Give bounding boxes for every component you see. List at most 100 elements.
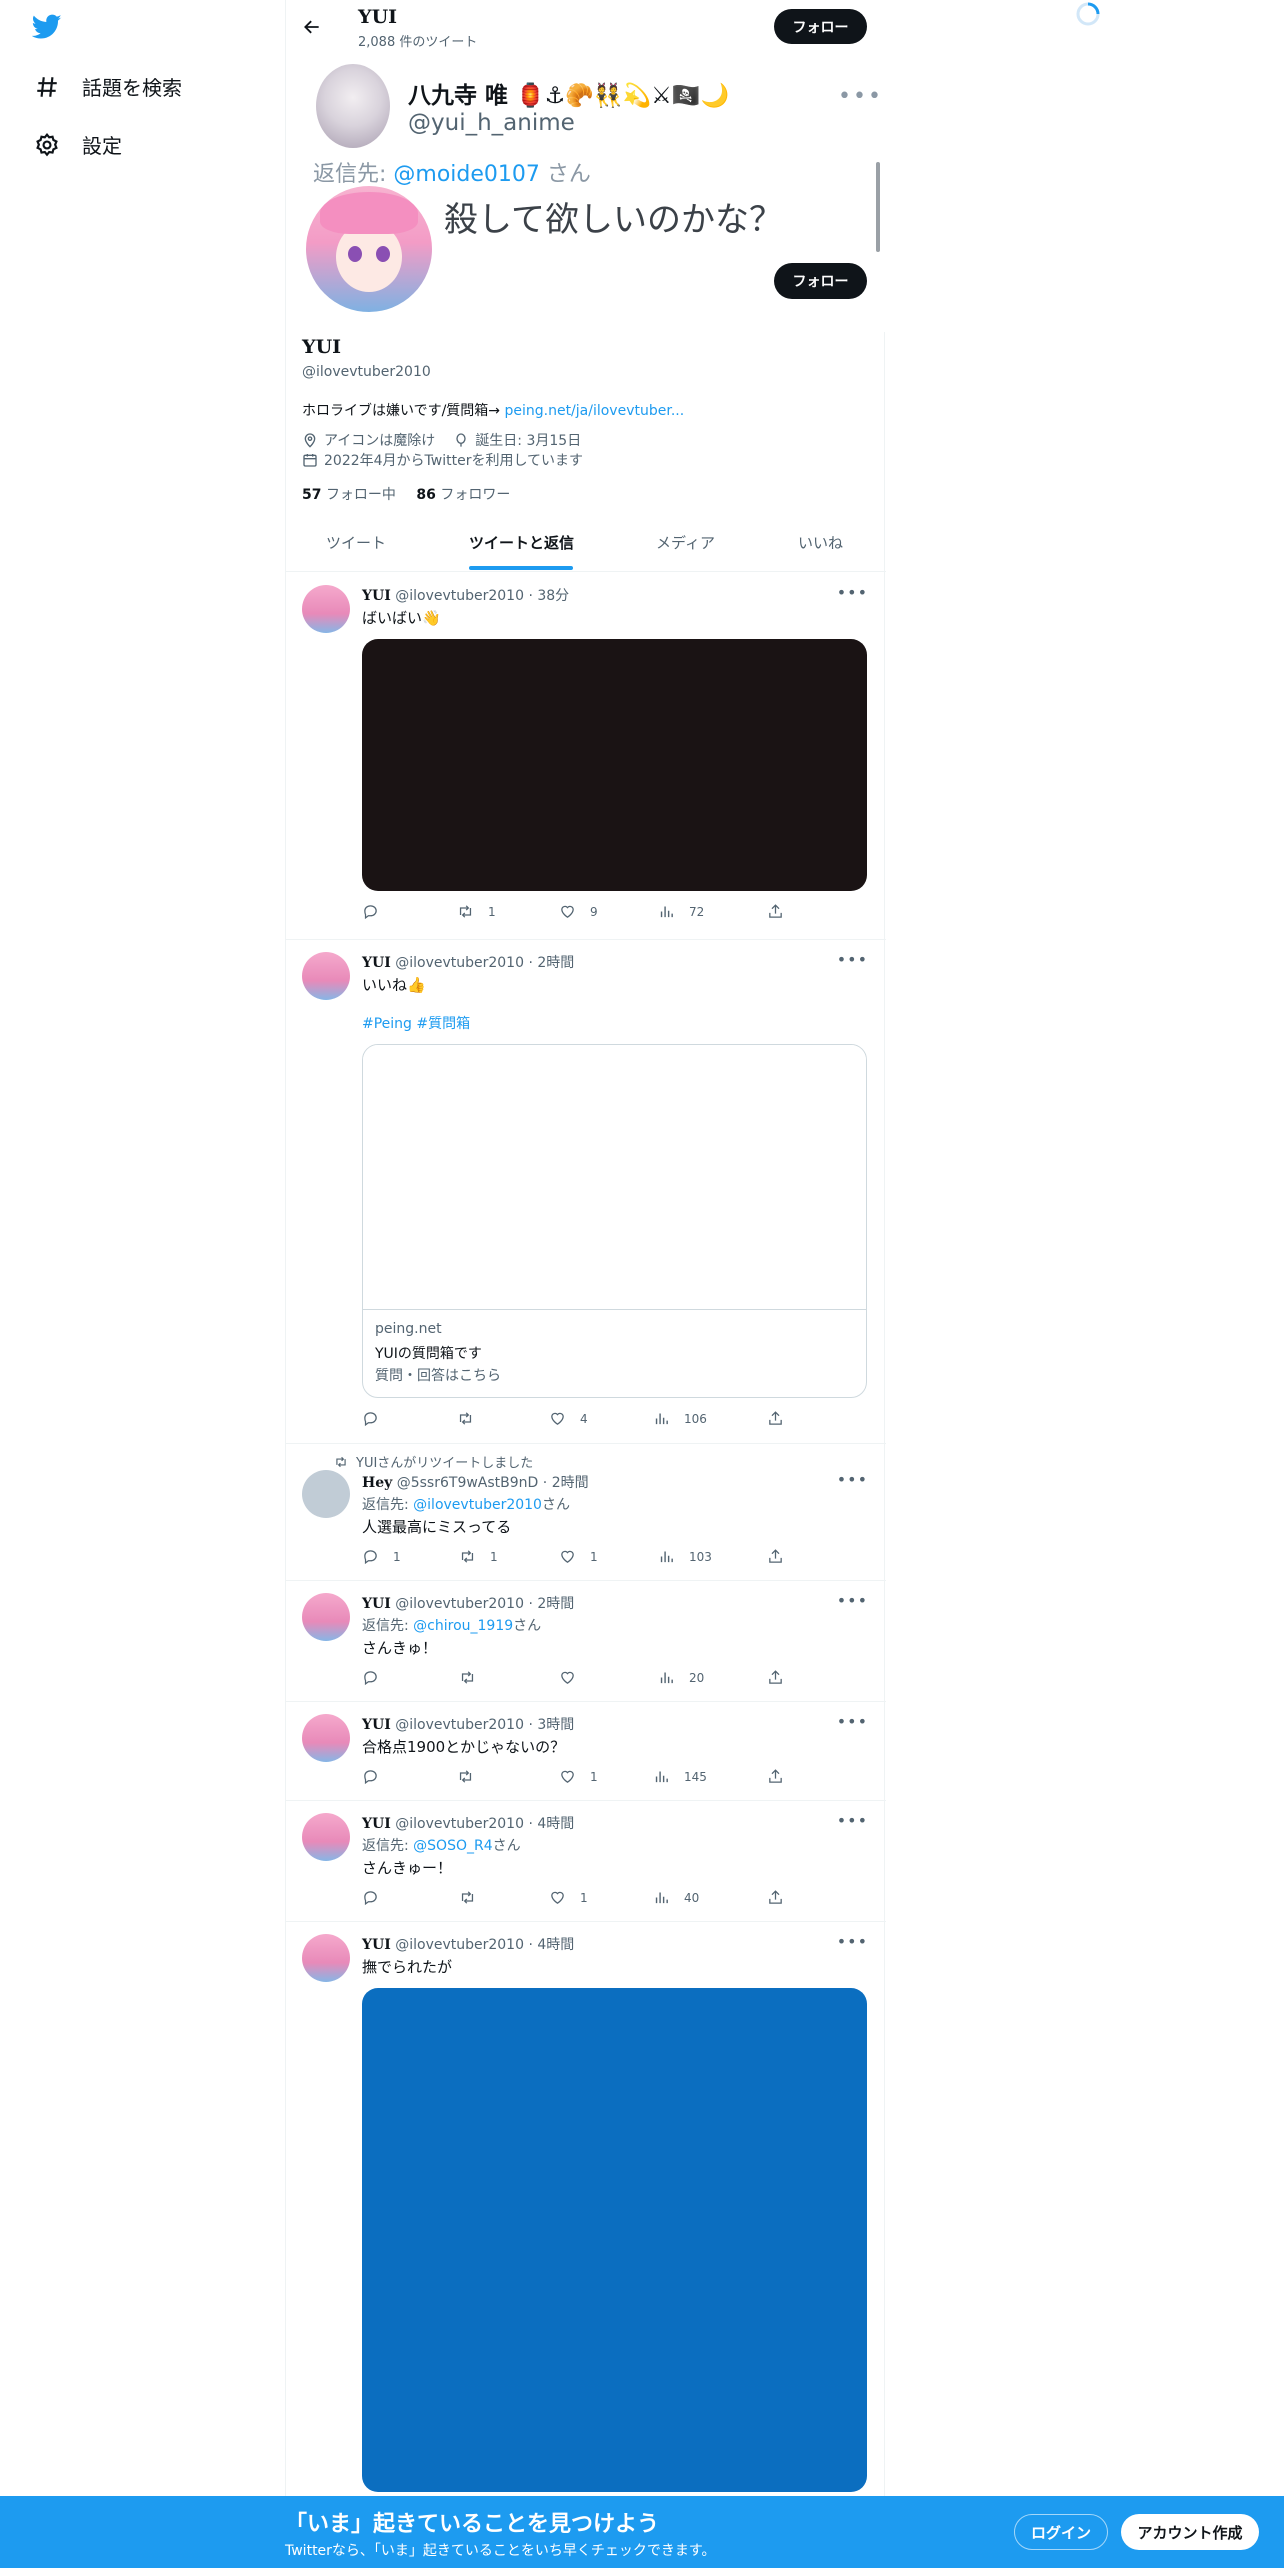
retweet-icon[interactable]: [459, 1548, 476, 1565]
tweet-time[interactable]: 2時間: [552, 1475, 589, 1491]
tweet-time[interactable]: 2時間: [537, 1596, 574, 1612]
tweet-time[interactable]: 2時間: [537, 955, 574, 971]
reply-icon[interactable]: [362, 1410, 379, 1427]
tweet[interactable]: YUI @ilovevtuber2010 · 4時間 ••• 返信先: @SOS…: [286, 1801, 886, 1922]
back-arrow-icon[interactable]: [302, 17, 322, 37]
signup-button[interactable]: アカウント作成: [1121, 2514, 1259, 2550]
following-link[interactable]: 57 フォロー中: [302, 487, 396, 503]
tab-likes[interactable]: いいね: [798, 532, 843, 553]
tweet-author-name[interactable]: YUI: [362, 588, 391, 604]
more-icon[interactable]: •••: [837, 1932, 868, 1951]
share-icon[interactable]: [767, 1768, 784, 1785]
tweet-time[interactable]: 4時間: [537, 1816, 574, 1832]
avatar[interactable]: [302, 1934, 350, 1982]
tweet-actions: 1 40: [362, 1889, 822, 1909]
more-icon[interactable]: •••: [837, 1470, 868, 1489]
tweet-time[interactable]: 38分: [537, 588, 569, 604]
share-icon[interactable]: [767, 903, 784, 920]
share-icon[interactable]: [767, 1548, 784, 1565]
reply-icon[interactable]: [362, 1768, 379, 1785]
share-icon[interactable]: [767, 1410, 784, 1427]
tweet-text: 人選最高にミスってる: [362, 1518, 512, 1536]
avatar[interactable]: [302, 1714, 350, 1762]
views-icon[interactable]: [658, 903, 675, 920]
tweet-author-name[interactable]: YUI: [362, 1596, 391, 1612]
tweet[interactable]: YUI @ilovevtuber2010 · 3時間 ••• 合格点1900とか…: [286, 1702, 886, 1801]
tweet-author-handle[interactable]: @ilovevtuber2010: [395, 1717, 524, 1733]
views-icon[interactable]: [653, 1768, 670, 1785]
avatar[interactable]: [302, 952, 350, 1000]
followers-link[interactable]: 86 フォロワー: [416, 487, 510, 503]
login-button[interactable]: ログイン: [1014, 2514, 1108, 2550]
reply-to-user[interactable]: @chirou_1919: [413, 1618, 513, 1634]
reply-icon[interactable]: [362, 1548, 379, 1565]
retweet-icon[interactable]: [457, 1768, 474, 1785]
tweet[interactable]: YUI @ilovevtuber2010 · 4時間 ••• 撫でられたが: [286, 1922, 886, 2496]
reply-to-user[interactable]: @ilovevtuber2010: [413, 1497, 542, 1513]
reply-icon[interactable]: [362, 1889, 379, 1906]
tweet-media[interactable]: [362, 1988, 867, 2492]
avatar[interactable]: [302, 1593, 350, 1641]
tweet-author-handle[interactable]: @ilovevtuber2010: [395, 1937, 524, 1953]
tweet-author-handle[interactable]: @ilovevtuber2010: [395, 1596, 524, 1612]
sidebar-item-explore[interactable]: 話題を検索: [34, 72, 182, 101]
avatar[interactable]: [302, 1813, 350, 1861]
tweet[interactable]: YUI @ilovevtuber2010 · 2時間 ••• 返信先: @chi…: [286, 1581, 886, 1702]
share-icon[interactable]: [767, 1889, 784, 1906]
tweet[interactable]: YUI @ilovevtuber2010 · 2時間 ••• いいね👍 #Pei…: [286, 940, 886, 1444]
retweet-icon[interactable]: [457, 1410, 474, 1427]
sidebar-item-settings[interactable]: 設定: [34, 130, 122, 159]
retweet-icon[interactable]: [457, 903, 474, 920]
reply-to-suffix: さん: [513, 1618, 542, 1634]
views-icon[interactable]: [653, 1410, 670, 1427]
tweet-time[interactable]: 4時間: [537, 1937, 574, 1953]
tab-media[interactable]: メディア: [656, 532, 715, 553]
tweet-author-handle[interactable]: @ilovevtuber2010: [395, 1816, 524, 1832]
link-card[interactable]: peing.net YUIの質問箱です 質問・回答はこちら: [362, 1044, 867, 1398]
tweet-author-handle[interactable]: @ilovevtuber2010: [395, 588, 524, 604]
views-icon[interactable]: [658, 1548, 675, 1565]
more-icon[interactable]: •••: [837, 583, 868, 602]
retweet-icon[interactable]: [459, 1669, 476, 1686]
tweet-author-handle[interactable]: @ilovevtuber2010: [395, 955, 524, 971]
tab-tweets[interactable]: ツイート: [326, 532, 386, 553]
views-icon[interactable]: [653, 1889, 670, 1906]
more-icon[interactable]: •••: [837, 1591, 868, 1610]
tweet-author-name[interactable]: Hey: [362, 1475, 392, 1491]
twitter-logo-icon[interactable]: [32, 14, 62, 40]
header-follow-button[interactable]: フォロー: [774, 9, 867, 44]
more-icon[interactable]: •••: [837, 950, 868, 969]
more-icon[interactable]: •••: [837, 1811, 868, 1830]
tweet-hashtags[interactable]: #Peing #質問箱: [362, 1013, 470, 1033]
bio-link[interactable]: peing.net/ja/ilovevtuber...: [504, 403, 684, 419]
tab-tweets-and-replies[interactable]: ツイートと返信: [469, 532, 574, 553]
heart-icon[interactable]: [559, 903, 576, 920]
profile-follow-button[interactable]: フォロー: [774, 263, 867, 299]
reply-icon[interactable]: [362, 1669, 379, 1686]
retweet-icon[interactable]: [459, 1889, 476, 1906]
overlay-scrollbar[interactable]: [876, 162, 880, 252]
avatar[interactable]: [302, 585, 350, 633]
tweet-author-name[interactable]: YUI: [362, 955, 391, 971]
retweet-label[interactable]: YUIさんがリツイートしました: [356, 1452, 533, 1471]
share-icon[interactable]: [767, 1669, 784, 1686]
heart-icon[interactable]: [549, 1410, 566, 1427]
tweet-author-handle[interactable]: @5ssr6T9wAstB9nD: [397, 1475, 539, 1491]
tweet-author-name[interactable]: YUI: [362, 1937, 391, 1953]
reply-to-user[interactable]: @SOSO_R4: [413, 1838, 492, 1854]
tweet-author-name[interactable]: YUI: [362, 1717, 391, 1733]
heart-icon[interactable]: [549, 1889, 566, 1906]
tweet[interactable]: YUI @ilovevtuber2010 · 38分 ••• ばいばい👋 1 9…: [286, 573, 886, 940]
tweet-media[interactable]: [362, 639, 867, 891]
avatar[interactable]: [302, 1470, 350, 1518]
profile-avatar[interactable]: [302, 182, 436, 316]
tweet-time[interactable]: 3時間: [537, 1717, 574, 1733]
heart-icon[interactable]: [559, 1768, 576, 1785]
reply-icon[interactable]: [362, 903, 379, 920]
views-icon[interactable]: [658, 1669, 675, 1686]
more-icon[interactable]: •••: [837, 1712, 868, 1731]
heart-icon[interactable]: [559, 1548, 576, 1565]
tweet[interactable]: YUIさんがリツイートしました Hey @5ssr6T9wAstB9nD · 2…: [286, 1444, 886, 1581]
heart-icon[interactable]: [559, 1669, 576, 1686]
tweet-author-name[interactable]: YUI: [362, 1816, 391, 1832]
